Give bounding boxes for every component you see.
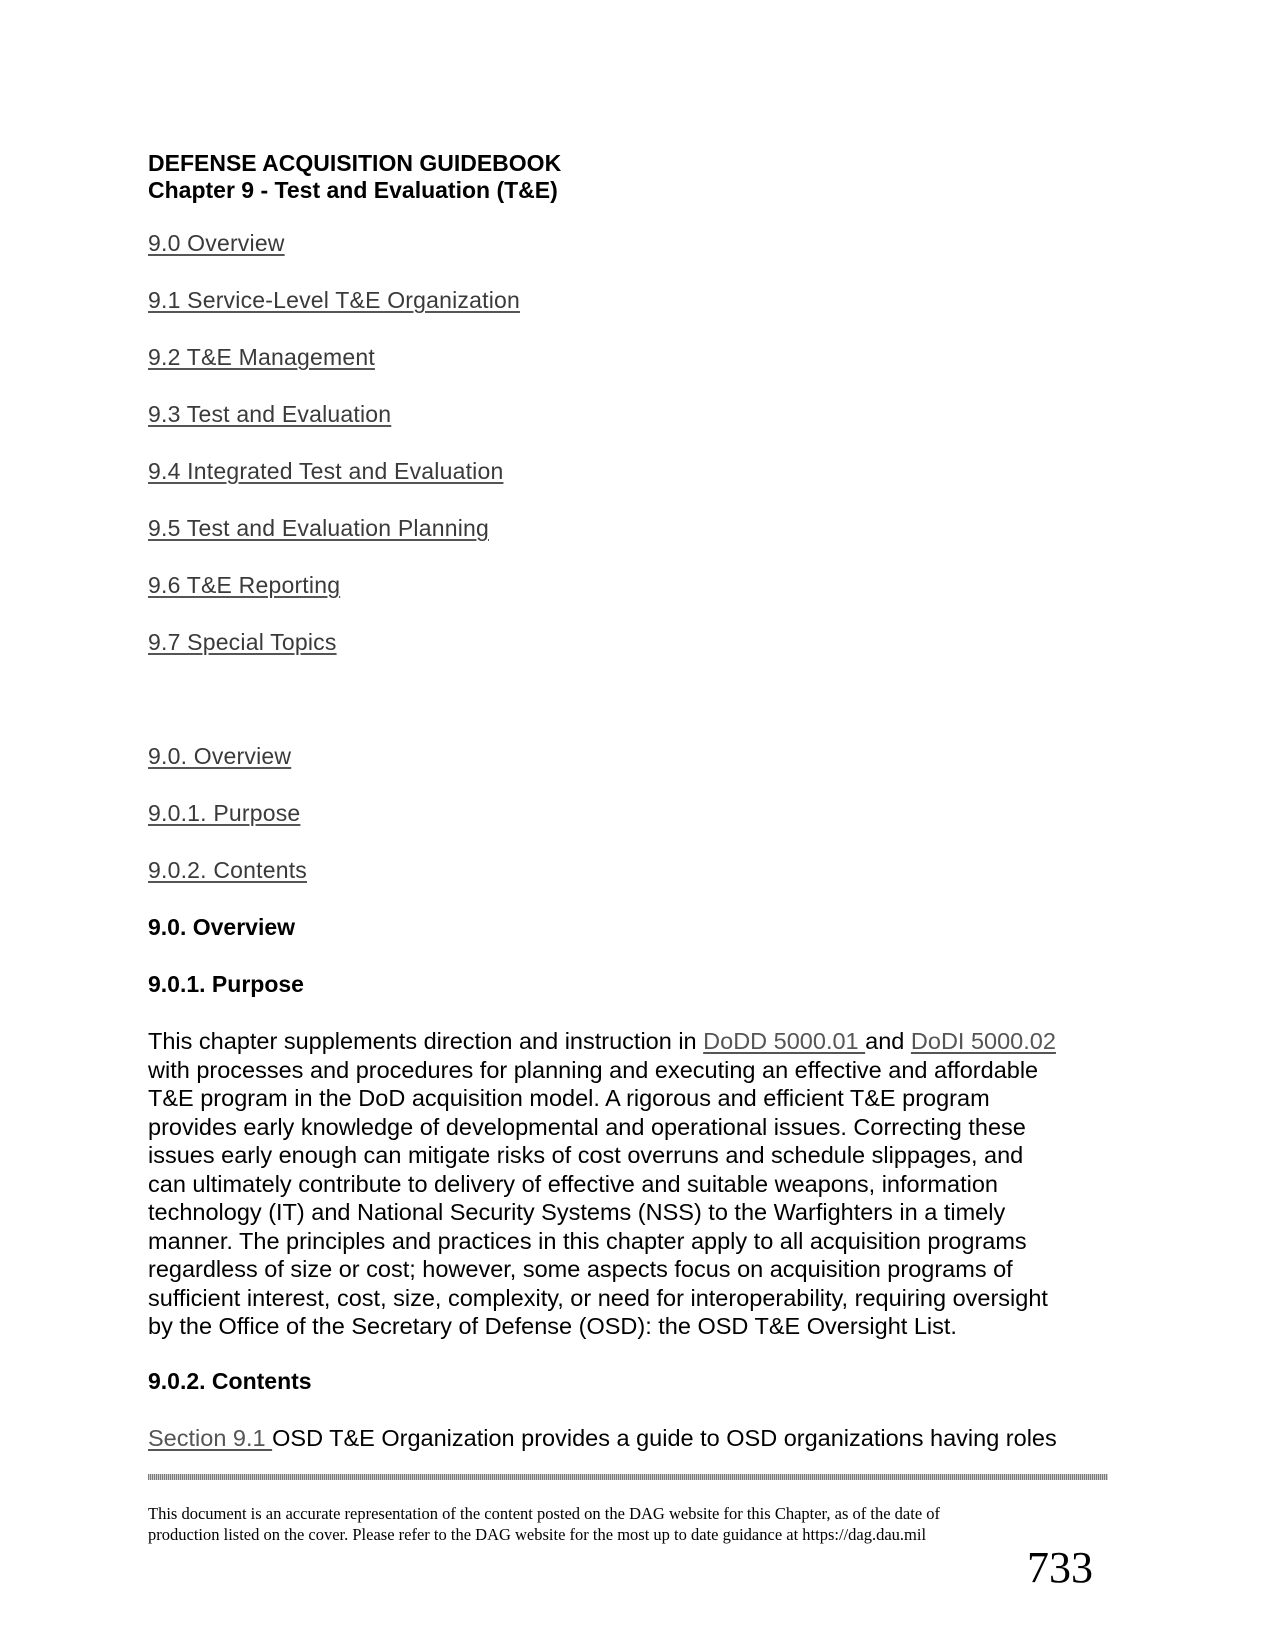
toc-link-9-2[interactable]: 9.2 T&E Management (148, 343, 375, 371)
subtoc-link-overview[interactable]: 9.0. Overview (148, 742, 291, 770)
chapter-title: Chapter 9 - Test and Evaluation (T&E) (148, 177, 558, 203)
paragraph-line: manner. The principles and practices in … (148, 1227, 1027, 1254)
footer-divider (148, 1474, 1108, 1480)
paragraph-line: technology (IT) and National Security Sy… (148, 1199, 1006, 1225)
paragraph-line: issues early enough can mitigate risks o… (148, 1142, 1024, 1168)
contents-paragraph: Section 9.1 OSD T&E Organization provide… (148, 1424, 1057, 1453)
document-title: DEFENSE ACQUISITION GUIDEBOOK (148, 150, 562, 176)
footer-disclaimer-line-2: production listed on the cover. Please r… (148, 1525, 927, 1544)
toc-link-9-0[interactable]: 9.0 Overview (148, 229, 285, 257)
paragraph-line: sufficient interest, cost, size, complex… (148, 1284, 1048, 1311)
toc-link-9-5[interactable]: 9.5 Test and Evaluation Planning (148, 514, 489, 542)
paragraph-text: and (865, 1028, 911, 1054)
purpose-heading: 9.0.1. Purpose (148, 971, 304, 997)
paragraph-line: regardless of size or cost; however, som… (148, 1256, 1013, 1282)
toc-link-9-7[interactable]: 9.7 Special Topics (148, 628, 337, 656)
contents-text: OSD T&E Organization provides a guide to… (272, 1425, 1057, 1451)
paragraph-line: by the Office of the Secretary of Defens… (148, 1313, 957, 1339)
document-page: DEFENSE ACQUISITION GUIDEBOOK Chapter 9 … (0, 0, 1275, 1650)
section-9-1-link[interactable]: Section 9.1 (148, 1425, 272, 1451)
paragraph-line: with processes and procedures for planni… (148, 1056, 1039, 1083)
paragraph-line: This chapter supplements direction and i… (148, 1027, 1056, 1056)
toc-link-9-6[interactable]: 9.6 T&E Reporting (148, 571, 340, 599)
toc-link-9-1[interactable]: 9.1 Service-Level T&E Organization (148, 286, 520, 314)
contents-heading: 9.0.2. Contents (148, 1368, 312, 1394)
page-number: 733 (1027, 1543, 1093, 1592)
paragraph-line: provides early knowledge of developmenta… (148, 1113, 1026, 1140)
purpose-paragraph: This chapter supplements direction and i… (148, 1027, 1056, 1341)
paragraph-line: T&E program in the DoD acquisition model… (148, 1085, 990, 1111)
footer-disclaimer-line-1: This document is an accurate representat… (148, 1504, 941, 1523)
toc-link-9-3[interactable]: 9.3 Test and Evaluation (148, 400, 391, 428)
paragraph-text: This chapter supplements direction and i… (148, 1028, 704, 1054)
dodi-5000-02-link[interactable]: DoDI 5000.02 (911, 1028, 1056, 1054)
dodd-5000-01-link[interactable]: DoDD 5000.01 (703, 1028, 865, 1054)
paragraph-line: can ultimately contribute to delivery of… (148, 1170, 998, 1197)
overview-heading: 9.0. Overview (148, 914, 296, 940)
toc-link-9-4[interactable]: 9.4 Integrated Test and Evaluation (148, 457, 503, 485)
subtoc-link-contents[interactable]: 9.0.2. Contents (148, 856, 307, 884)
subtoc-link-purpose[interactable]: 9.0.1. Purpose (148, 799, 300, 827)
